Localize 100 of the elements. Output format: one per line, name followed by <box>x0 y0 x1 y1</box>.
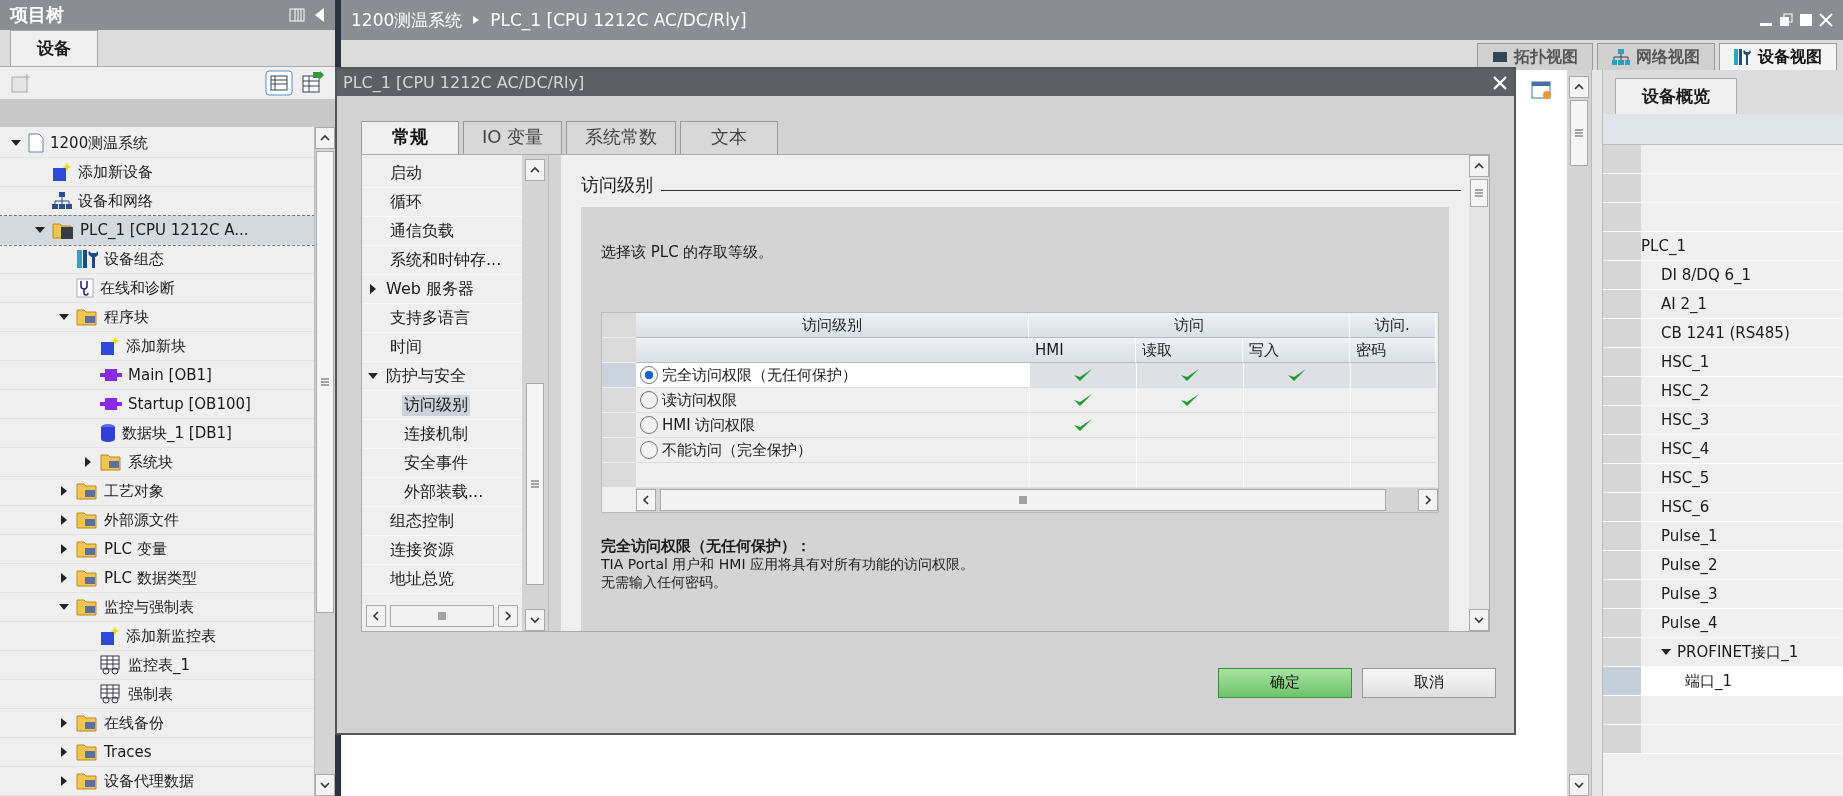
scrollbar-thumb[interactable] <box>660 489 1386 511</box>
scrollbar-thumb[interactable] <box>390 605 494 627</box>
chevron-down-icon[interactable] <box>319 779 331 791</box>
access-option[interactable]: 读访问权限 <box>636 388 1029 413</box>
tree-item[interactable]: 设备组态 <box>0 245 314 274</box>
close-icon[interactable] <box>1819 13 1833 27</box>
scroll-up-button[interactable] <box>315 127 335 149</box>
overview-row[interactable]: Pulse_3 <box>1603 580 1843 609</box>
scroll-down-button[interactable] <box>1469 609 1489 631</box>
overview-row[interactable]: DI 8/DQ 6_1 <box>1603 261 1843 290</box>
expanded-arrow-icon[interactable] <box>59 312 69 322</box>
tree-item[interactable]: 1200测温系统 <box>0 129 314 158</box>
expanded-arrow-icon[interactable] <box>35 225 45 235</box>
overview-row[interactable]: PLC_1 <box>1603 232 1843 261</box>
overview-row[interactable]: HSC_4 <box>1603 435 1843 464</box>
overview-row[interactable]: AI 2_1 <box>1603 290 1843 319</box>
tree-item[interactable]: Main [OB1] <box>0 361 314 390</box>
tree-item[interactable]: 设备代理数据 <box>0 767 314 796</box>
collapsed-arrow-icon[interactable] <box>83 457 93 467</box>
overview-row[interactable]: Pulse_4 <box>1603 609 1843 638</box>
overview-row[interactable]: HSC_2 <box>1603 377 1843 406</box>
overview-row[interactable]: CB 1241 (RS485) <box>1603 319 1843 348</box>
nav-item[interactable]: 启动 <box>388 162 424 184</box>
chevron-down-icon[interactable] <box>1573 779 1585 791</box>
expanded-arrow-icon[interactable] <box>11 138 21 148</box>
tree-item[interactable]: 外部源文件 <box>0 506 314 535</box>
nav-item[interactable]: Web 服务器 <box>384 278 476 300</box>
nav-item[interactable]: 访问级别 <box>402 394 470 416</box>
tree-item[interactable]: 添加新监控表 <box>0 622 314 651</box>
restore-icon[interactable] <box>1779 13 1793 27</box>
scroll-up-button[interactable] <box>1469 155 1489 177</box>
overview-row[interactable]: HSC_6 <box>1603 493 1843 522</box>
export-icon[interactable] <box>301 69 325 94</box>
view-tab[interactable]: 拓扑视图 <box>1477 43 1593 70</box>
overview-row[interactable]: HSC_1 <box>1603 348 1843 377</box>
chevron-right-icon[interactable] <box>1422 494 1434 506</box>
nav-item[interactable]: 时间 <box>388 336 424 358</box>
dialog-tab[interactable]: 文本 <box>680 121 779 154</box>
collapsed-arrow-icon[interactable] <box>59 718 69 728</box>
scrollbar-thumb[interactable] <box>316 151 334 613</box>
nav-item[interactable]: 地址总览 <box>388 568 456 590</box>
collapsed-arrow-icon[interactable] <box>59 515 69 525</box>
nav-item[interactable]: 通信负载 <box>388 220 456 242</box>
split-icon[interactable] <box>289 7 305 23</box>
tree-item[interactable]: 数据块_1 [DB1] <box>0 419 314 448</box>
overview-row[interactable]: HSC_3 <box>1603 406 1843 435</box>
tree-item[interactable]: PLC 数据类型 <box>0 564 314 593</box>
radio-button[interactable] <box>640 416 658 434</box>
dialog-tab[interactable]: IO 变量 <box>463 121 563 154</box>
expanded-arrow-icon[interactable] <box>368 371 378 381</box>
tree-item[interactable]: 在线备份 <box>0 709 314 738</box>
nav-item[interactable]: 安全事件 <box>402 452 470 474</box>
nav-item[interactable]: 连接机制 <box>402 423 470 445</box>
scrollbar-thumb[interactable] <box>526 383 544 585</box>
collapsed-arrow-icon[interactable] <box>59 486 69 496</box>
dialog-tab[interactable]: 常规 <box>361 121 459 154</box>
scroll-right-button[interactable] <box>498 605 518 627</box>
tree-item[interactable]: 监控与强制表 <box>0 593 314 622</box>
view-tab[interactable]: 网络视图 <box>1597 43 1715 70</box>
scroll-down-button[interactable] <box>315 774 335 796</box>
ok-button[interactable]: 确定 <box>1218 667 1352 698</box>
collapsed-arrow-icon[interactable] <box>368 284 378 294</box>
scroll-down-button[interactable] <box>525 609 545 631</box>
overview-row[interactable]: HSC_5 <box>1603 464 1843 493</box>
collapsed-arrow-icon[interactable] <box>59 573 69 583</box>
radio-button[interactable] <box>640 366 658 384</box>
nav-item[interactable]: 连接资源 <box>388 539 456 561</box>
overview-row[interactable]: PROFINET接口_1 <box>1603 638 1843 667</box>
chevron-left-icon[interactable] <box>640 494 652 506</box>
scroll-down-button[interactable] <box>1569 774 1589 796</box>
tree-item[interactable]: PLC 变量 <box>0 535 314 564</box>
cancel-button[interactable]: 取消 <box>1362 667 1496 698</box>
tree-item[interactable]: PLC_1 [CPU 1212C A... <box>0 216 314 245</box>
nav-item[interactable]: 组态控制 <box>388 510 456 532</box>
collapse-icon[interactable] <box>313 7 325 23</box>
tree-item[interactable]: Startup [OB100] <box>0 390 314 419</box>
overview-row[interactable]: Pulse_2 <box>1603 551 1843 580</box>
collapsed-arrow-icon[interactable] <box>59 747 69 757</box>
nav-item[interactable]: 支持多语言 <box>388 307 472 329</box>
tree-item[interactable]: 添加新块 <box>0 332 314 361</box>
tree-item[interactable]: 系统块 <box>0 448 314 477</box>
tree-item[interactable]: 在线和诊断 <box>0 274 314 303</box>
tree-item[interactable]: Traces <box>0 738 314 767</box>
chevron-down-icon[interactable] <box>1473 614 1485 626</box>
scrollbar-thumb[interactable] <box>1570 100 1588 166</box>
access-option[interactable]: 完全访问权限（无任何保护） <box>636 363 1029 388</box>
panel-tab[interactable]: 设备概览 <box>1615 78 1737 114</box>
radio-button[interactable] <box>640 391 658 409</box>
scroll-up-button[interactable] <box>1569 76 1589 98</box>
tree-item[interactable]: 监控表_1 <box>0 651 314 680</box>
expanded-arrow-icon[interactable] <box>1661 647 1671 657</box>
tree-item[interactable]: 程序块 <box>0 303 314 332</box>
scroll-left-button[interactable] <box>636 489 656 511</box>
collapsed-arrow-icon[interactable] <box>59 776 69 786</box>
scrollbar-thumb[interactable] <box>1470 179 1488 207</box>
tree-item[interactable]: 添加新设备 <box>0 158 314 187</box>
collapsed-arrow-icon[interactable] <box>59 544 69 554</box>
panel-tab[interactable]: 设备 <box>10 30 98 66</box>
view-tab[interactable]: 设备视图 <box>1719 43 1837 70</box>
overview-row[interactable]: Pulse_1 <box>1603 522 1843 551</box>
